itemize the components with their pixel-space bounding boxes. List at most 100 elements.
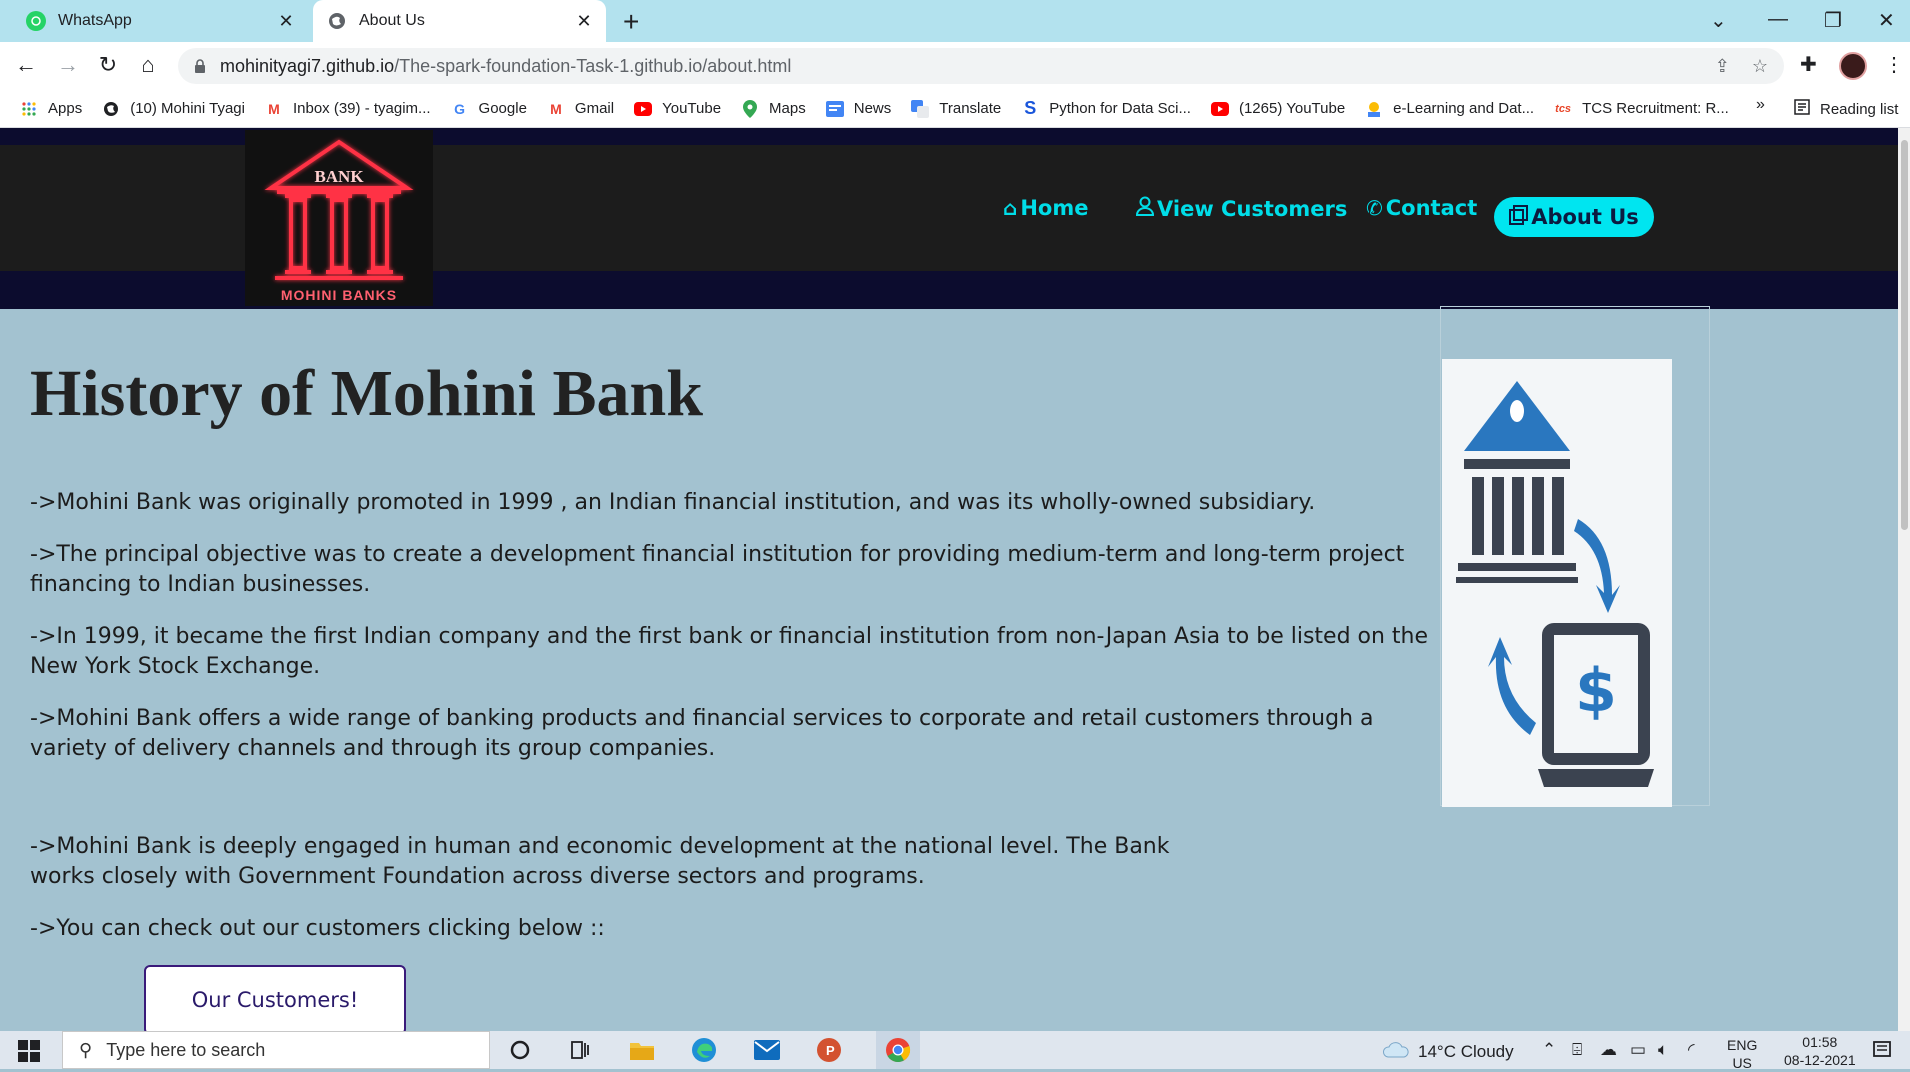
- bookmark-star-icon[interactable]: ☆: [1752, 56, 1768, 77]
- tab-about-us[interactable]: About Us ✕: [313, 0, 606, 42]
- show-hidden-icons-chevron-icon[interactable]: ⌃: [1542, 1040, 1556, 1060]
- user-icon: [1135, 196, 1155, 221]
- bookmark-label: (10) Mohini Tyagi: [130, 100, 245, 117]
- file-explorer-icon[interactable]: [627, 1035, 657, 1065]
- share-icon[interactable]: ⇪: [1715, 56, 1730, 77]
- paragraph: ->Mohini Bank offers a wide range of ban…: [30, 706, 1374, 761]
- chrome-icon[interactable]: [876, 1031, 920, 1069]
- reading-list-button[interactable]: Reading list: [1794, 99, 1898, 119]
- scrollbar-thumb[interactable]: [1901, 140, 1908, 530]
- window-close-icon[interactable]: ✕: [1878, 8, 1895, 33]
- paragraph: ->Mohini Bank is deeply engaged in human…: [30, 834, 1170, 889]
- extensions-puzzle-icon[interactable]: ✚: [1800, 52, 1817, 77]
- copy-icon: [1509, 204, 1529, 230]
- paragraph: ->Mohini Bank was originally promoted in…: [30, 490, 1316, 515]
- powerpoint-icon[interactable]: P: [814, 1035, 844, 1065]
- taskbar-clock[interactable]: 01:58 08-12-2021: [1784, 1033, 1856, 1069]
- task-view-icon[interactable]: [565, 1035, 595, 1065]
- phone-icon: ✆: [1366, 196, 1383, 220]
- tab-search-chevron-icon[interactable]: ⌄: [1710, 8, 1727, 33]
- bookmark-youtube-1265[interactable]: (1265) YouTube: [1210, 100, 1346, 118]
- our-customers-button[interactable]: Our Customers!: [144, 965, 406, 1031]
- bookmark-label: Google: [478, 100, 527, 117]
- bookmark-label: News: [853, 100, 892, 117]
- close-tab-icon[interactable]: ✕: [572, 11, 596, 32]
- meet-now-icon[interactable]: ⌹: [1572, 1040, 1582, 1060]
- bookmark-label: Maps: [769, 100, 806, 117]
- bank-logo[interactable]: BANK MOHINI BANKS: [245, 130, 433, 306]
- cortana-circle-icon[interactable]: [505, 1035, 535, 1065]
- bookmark-python[interactable]: S Python for Data Sci...: [1021, 98, 1191, 118]
- url-host: mohinityagi7.github.io: [220, 55, 395, 76]
- nav-contact[interactable]: ✆ Contact: [1366, 196, 1477, 220]
- bookmark-label: Inbox (39) - tyagim...: [292, 100, 431, 117]
- translate-icon: [911, 99, 930, 118]
- more-bookmarks-chevron-icon[interactable]: »: [1756, 96, 1765, 114]
- address-bar[interactable]: mohinityagi7.github.io/The-spark-foundat…: [178, 48, 1784, 84]
- bookmark-google[interactable]: G Google: [451, 100, 527, 118]
- tcs-icon: tcs: [1555, 102, 1572, 115]
- nav-about-us[interactable]: About Us: [1494, 197, 1654, 237]
- edge-browser-icon[interactable]: [689, 1035, 719, 1065]
- back-arrow-icon[interactable]: ←: [12, 52, 40, 78]
- bookmark-elearning[interactable]: e-Learning and Dat...: [1365, 100, 1534, 118]
- paragraph: ->You can check out our customers clicki…: [30, 916, 605, 941]
- taskbar-search-input[interactable]: ⚲ Type here to search: [62, 1031, 490, 1069]
- onedrive-cloud-icon[interactable]: ☁: [1600, 1040, 1617, 1060]
- reading-list-icon: [1794, 99, 1810, 119]
- news-icon: [825, 100, 844, 118]
- tab-whatsapp[interactable]: WhatsApp ✕: [12, 0, 308, 42]
- close-tab-icon[interactable]: ✕: [274, 11, 298, 32]
- cloud-icon: [1382, 1040, 1410, 1063]
- minimize-icon[interactable]: —: [1768, 8, 1788, 31]
- youtube-icon: [634, 100, 653, 118]
- nav-home-label: Home: [1020, 196, 1089, 220]
- bookmark-tcs[interactable]: tcs TCS Recruitment: R...: [1554, 100, 1729, 118]
- bookmark-label: (1265) YouTube: [1238, 100, 1346, 117]
- nav-home[interactable]: ⌂ Home: [1003, 196, 1088, 220]
- wifi-icon[interactable]: ◜: [1688, 1040, 1695, 1060]
- mail-icon[interactable]: [752, 1035, 782, 1065]
- page-title: History of Mohini Bank: [30, 357, 703, 430]
- site-header: BANK MOHINI BANKS ⌂ Home View Customers ✆…: [0, 128, 1898, 309]
- bookmark-gmail[interactable]: M Gmail: [547, 100, 614, 118]
- restore-icon[interactable]: ❐: [1824, 8, 1842, 33]
- bookmark-label: TCS Recruitment: R...: [1582, 100, 1729, 117]
- home-icon: ⌂: [1003, 196, 1018, 220]
- language-indicator[interactable]: ENG US: [1727, 1036, 1757, 1072]
- bookmark-apps[interactable]: Apps: [20, 100, 82, 118]
- bookmark-mohini-tyagi[interactable]: (10) Mohini Tyagi: [102, 100, 245, 118]
- google-icon: G: [454, 100, 465, 117]
- search-placeholder: Type here to search: [106, 1039, 266, 1060]
- search-icon: ⚲: [79, 1039, 93, 1060]
- volume-icon[interactable]: 🔈︎: [1658, 1040, 1668, 1060]
- paragraph: ->The principal objective was to create …: [30, 542, 1405, 597]
- weather-widget[interactable]: 14°C Cloudy: [1382, 1040, 1514, 1063]
- lock-icon: [195, 59, 205, 73]
- forward-arrow-icon[interactable]: →: [54, 52, 82, 78]
- notifications-icon[interactable]: [1872, 1040, 1892, 1065]
- bookmark-inbox[interactable]: M Inbox (39) - tyagim...: [265, 100, 431, 118]
- logo-bank-text: BANK: [314, 167, 364, 186]
- bookmark-youtube[interactable]: YouTube: [634, 100, 721, 118]
- reading-list-label: Reading list: [1820, 100, 1899, 118]
- home-icon[interactable]: ⌂: [134, 52, 162, 78]
- bookmark-news[interactable]: News: [825, 100, 892, 118]
- profile-avatar[interactable]: [1839, 52, 1867, 80]
- battery-icon[interactable]: ▭: [1630, 1040, 1646, 1060]
- nav-contact-label: Contact: [1385, 196, 1478, 220]
- youtube-icon: [1210, 100, 1229, 118]
- bookmark-translate[interactable]: Translate: [911, 99, 1001, 118]
- new-tab-plus-icon[interactable]: +: [623, 6, 639, 38]
- svg-text:P: P: [826, 1043, 835, 1058]
- menu-kebab-icon[interactable]: ⋮: [1884, 52, 1904, 77]
- windows-start-icon[interactable]: [18, 1040, 40, 1062]
- tab-title: WhatsApp: [58, 12, 132, 29]
- bookmark-maps[interactable]: Maps: [741, 99, 806, 118]
- weather-text: 14°C Cloudy: [1418, 1041, 1514, 1061]
- tab-title: About Us: [359, 12, 425, 29]
- nav-view-customers[interactable]: View Customers: [1135, 196, 1347, 221]
- maps-pin-icon: [741, 99, 759, 118]
- apps-grid-icon: [20, 100, 38, 118]
- reload-icon[interactable]: ↻: [94, 52, 122, 78]
